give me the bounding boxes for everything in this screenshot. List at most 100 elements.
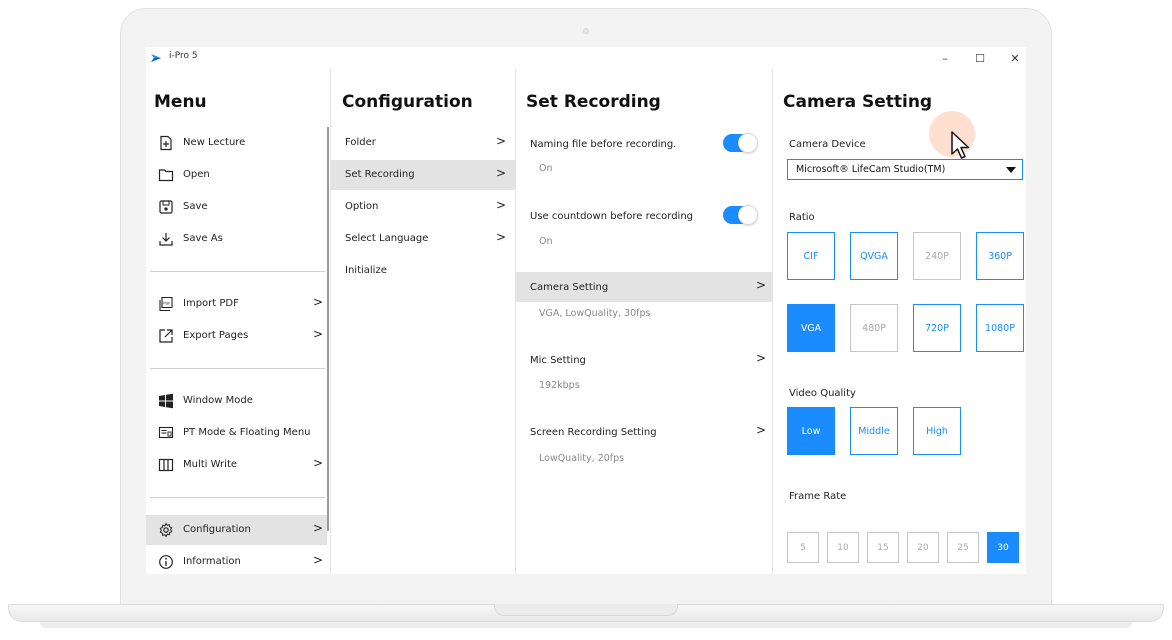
screen-recording-label: Screen Recording Setting — [530, 427, 657, 438]
menu-item-import-pdf[interactable]: PDF Import PDF > — [146, 289, 327, 319]
menu-item-open[interactable]: Open — [146, 160, 327, 190]
maximize-button[interactable]: ☐ — [971, 49, 989, 67]
chevron-right-icon: > — [496, 134, 507, 148]
mic-setting-item[interactable]: Mic Setting > — [516, 345, 772, 375]
new-file-icon — [160, 135, 172, 151]
configuration-title: Configuration — [342, 92, 473, 112]
chevron-right-icon: > — [496, 198, 507, 212]
chevron-right-icon: > — [313, 327, 324, 341]
set-recording-panel: Set Recording Naming file before recordi… — [515, 69, 772, 574]
config-item-label: Option — [345, 201, 379, 212]
gear-icon — [159, 522, 173, 538]
info-icon — [159, 555, 173, 569]
ratio-option-240p[interactable]: 240P — [913, 232, 961, 280]
config-item-folder[interactable]: Folder > — [331, 128, 515, 158]
quality-option-middle[interactable]: Middle — [850, 407, 898, 455]
ratio-option-qvga[interactable]: QVGA — [850, 232, 898, 280]
config-item-select-language[interactable]: Select Language > — [331, 224, 515, 254]
camera-setting-item[interactable]: Camera Setting > — [516, 272, 772, 302]
config-item-initialize[interactable]: Initialize — [331, 256, 515, 286]
frame-rate-25[interactable]: 25 — [947, 532, 979, 563]
save-icon — [159, 200, 173, 214]
frame-rate-20[interactable]: 20 — [907, 532, 939, 563]
quality-option-high[interactable]: High — [913, 407, 961, 455]
ratio-option-480p[interactable]: 480P — [850, 304, 898, 352]
countdown-toggle[interactable] — [723, 205, 758, 225]
screen-recording-item[interactable]: Screen Recording Setting > — [516, 417, 772, 447]
app-logo-icon — [151, 54, 161, 62]
menu-item-save[interactable]: Save — [146, 192, 327, 222]
menu-item-label: Configuration — [183, 524, 251, 535]
toggle-knob — [738, 133, 758, 153]
webcam-dot — [583, 28, 589, 34]
naming-file-value: On — [539, 163, 553, 174]
menu-title: Menu — [154, 92, 207, 112]
config-item-label: Initialize — [345, 265, 387, 276]
naming-file-toggle[interactable] — [723, 133, 758, 153]
frame-rate-5[interactable]: 5 — [787, 532, 819, 563]
frame-rate-30[interactable]: 30 — [987, 532, 1019, 563]
frame-rate-15[interactable]: 15 — [867, 532, 899, 563]
config-item-option[interactable]: Option > — [331, 192, 515, 222]
ratio-option-1080p[interactable]: 1080P — [976, 304, 1024, 352]
chevron-right-icon: > — [756, 351, 767, 365]
menu-item-configuration[interactable]: Configuration > — [146, 515, 327, 545]
chevron-right-icon: > — [756, 423, 767, 437]
config-item-label: Folder — [345, 137, 376, 148]
mic-setting-value: 192kbps — [539, 380, 580, 391]
menu-item-multi-write[interactable]: Multi Write > — [146, 450, 327, 480]
chevron-right-icon: > — [756, 278, 767, 292]
ratio-option-720p[interactable]: 720P — [913, 304, 961, 352]
mic-setting-label: Mic Setting — [530, 355, 586, 366]
ratio-option-cif[interactable]: CIF — [787, 232, 835, 280]
app-window: i-Pro 5 – ☐ ✕ Menu New Lecture Open Save… — [146, 47, 1026, 574]
mouse-cursor-icon — [951, 131, 970, 159]
ratio-option-360p[interactable]: 360P — [976, 232, 1024, 280]
chevron-right-icon: > — [313, 521, 324, 535]
menu-item-window-mode[interactable]: Window Mode — [146, 386, 327, 416]
menu-item-label: Save As — [183, 233, 223, 244]
countdown-label: Use countdown before recording — [530, 211, 694, 222]
naming-file-label: Naming file before recording. — [530, 139, 677, 150]
chevron-right-icon: > — [313, 553, 324, 567]
set-recording-title: Set Recording — [526, 92, 661, 112]
menu-item-save-as[interactable]: Save As — [146, 224, 327, 254]
config-item-set-recording[interactable]: Set Recording > — [331, 160, 515, 190]
camera-device-select[interactable]: Microsoft® LifeCam Studio(TM) — [787, 159, 1023, 180]
chevron-right-icon: > — [313, 295, 324, 309]
minimize-button[interactable]: – — [936, 49, 954, 67]
quality-option-low[interactable]: Low — [787, 407, 835, 455]
config-item-label: Set Recording — [345, 169, 415, 180]
menu-item-new-lecture[interactable]: New Lecture — [146, 128, 327, 158]
download-icon — [159, 233, 173, 246]
menu-item-information[interactable]: Information > — [146, 547, 327, 574]
pt-mode-icon — [158, 426, 174, 439]
config-item-label: Select Language — [345, 233, 429, 244]
menu-item-label: Window Mode — [183, 395, 253, 406]
frame-rate-10[interactable]: 10 — [827, 532, 859, 563]
pdf-icon: PDF — [159, 296, 173, 312]
chevron-right-icon: > — [496, 166, 507, 180]
title-bar: i-Pro 5 – ☐ ✕ — [146, 47, 1026, 69]
svg-text:PDF: PDF — [163, 302, 170, 306]
menu-item-label: Save — [183, 201, 208, 212]
ratio-option-vga[interactable]: VGA — [787, 304, 835, 352]
ratio-label: Ratio — [789, 212, 815, 223]
menu-divider — [150, 497, 325, 498]
camera-setting-label: Camera Setting — [530, 282, 609, 293]
laptop-shadow — [40, 622, 1132, 628]
menu-item-label: Information — [183, 556, 241, 567]
frame-rate-label: Frame Rate — [789, 491, 847, 502]
laptop-notch — [494, 604, 678, 616]
menu-divider — [150, 368, 325, 369]
menu-item-export-pages[interactable]: Export Pages > — [146, 321, 327, 351]
menu-item-label: Open — [183, 169, 210, 180]
camera-setting-value: VGA, LowQuality, 30fps — [539, 308, 651, 319]
close-button[interactable]: ✕ — [1006, 49, 1024, 67]
menu-item-pt-mode[interactable]: PT Mode & Floating Menu — [146, 418, 327, 448]
menu-item-label: Export Pages — [183, 330, 249, 341]
menu-scrollbar[interactable] — [327, 127, 329, 531]
countdown-value: On — [539, 236, 553, 247]
menu-item-label: Import PDF — [183, 298, 239, 309]
video-quality-label: Video Quality — [789, 388, 856, 399]
